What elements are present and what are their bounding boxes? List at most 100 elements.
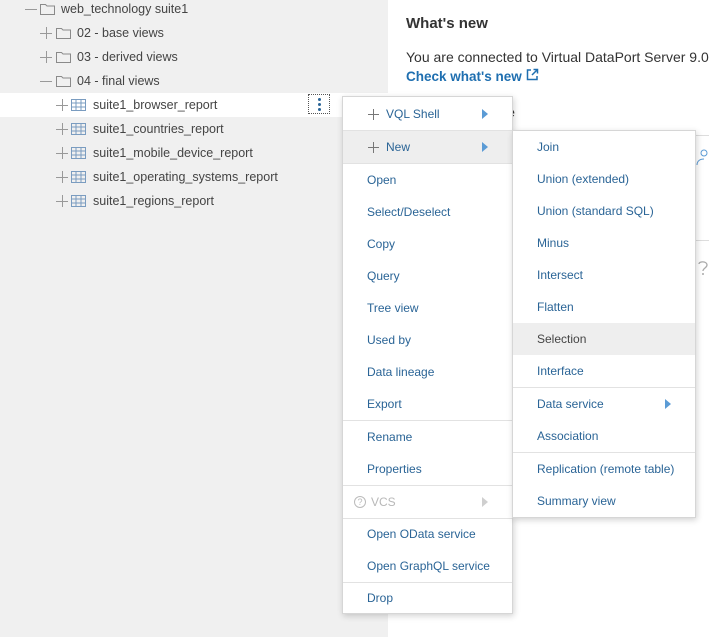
caret-right-icon — [482, 142, 488, 152]
submenu-item-data-service[interactable]: Data service — [513, 388, 695, 420]
menu-item-label: VCS — [371, 495, 396, 509]
submenu-item-intersect[interactable]: Intersect — [513, 259, 695, 291]
folder-icon — [40, 3, 55, 15]
menu-item-label: Query — [367, 269, 400, 283]
tree-row-mobile-device-report[interactable]: suite1_mobile_device_report — [0, 141, 388, 165]
menu-item-label: Open GraphQL service — [367, 559, 490, 573]
submenu-item-replication[interactable]: Replication (remote table) — [513, 453, 695, 485]
menu-item-label: Flatten — [537, 300, 574, 314]
tree-row-operating-systems-report[interactable]: suite1_operating_systems_report — [0, 165, 388, 189]
tree-row-label: suite1_browser_report — [93, 98, 218, 112]
expand-icon[interactable] — [56, 195, 68, 207]
connection-info-text: You are connected to Virtual DataPort Se… — [406, 49, 709, 65]
menu-item-drop[interactable]: Drop — [343, 582, 512, 614]
menu-item-label: Selection — [537, 332, 587, 346]
menu-item-label: Union (standard SQL) — [537, 204, 654, 218]
tree-row-countries-report[interactable]: suite1_countries_report — [0, 117, 388, 141]
menu-item-label: Join — [537, 140, 560, 154]
menu-item-query[interactable]: Query — [343, 260, 512, 292]
menu-item-label: VQL Shell — [386, 107, 440, 121]
submenu-item-union-standard-sql[interactable]: Union (standard SQL) — [513, 195, 695, 227]
tree-row-label: suite1_countries_report — [93, 122, 224, 136]
menu-item-new[interactable]: New — [343, 131, 512, 163]
submenu-item-summary-view[interactable]: Summary view — [513, 485, 695, 517]
new-submenu: Join Union (extended) Union (standard SQ… — [512, 130, 696, 518]
menu-item-vql-shell[interactable]: VQL Shell — [343, 98, 512, 130]
expand-icon[interactable] — [56, 123, 68, 135]
plus-icon — [368, 108, 379, 120]
menu-item-used-by[interactable]: Used by — [343, 324, 512, 356]
menu-item-label: Data lineage — [367, 365, 435, 379]
caret-right-icon — [482, 497, 488, 507]
tree-row-final-views[interactable]: 04 - final views — [0, 69, 388, 93]
tree-row-derived-views[interactable]: 03 - derived views — [0, 45, 388, 69]
menu-item-label: New — [386, 140, 411, 154]
menu-item-tree-view[interactable]: Tree view — [343, 292, 512, 324]
whats-new-title: What's new — [406, 15, 488, 32]
submenu-item-interface[interactable]: Interface — [513, 355, 695, 387]
submenu-item-minus[interactable]: Minus — [513, 227, 695, 259]
menu-item-label: Intersect — [537, 268, 584, 282]
submenu-item-selection[interactable]: Selection — [513, 323, 695, 355]
submenu-item-union-extended[interactable]: Union (extended) — [513, 163, 695, 195]
menu-item-label: Minus — [537, 236, 570, 250]
expand-icon[interactable] — [56, 171, 68, 183]
check-whats-new-link[interactable]: Check what's new — [406, 68, 539, 84]
menu-item-select-deselect[interactable]: Select/Deselect — [343, 196, 512, 228]
tree-row-regions-report[interactable]: suite1_regions_report — [0, 189, 388, 213]
table-icon — [71, 147, 86, 159]
collapse-icon[interactable] — [25, 3, 37, 15]
menu-item-open-odata-service[interactable]: Open OData service — [343, 518, 512, 550]
menu-item-vcs: ? VCS — [343, 486, 512, 518]
menu-item-label: Summary view — [537, 494, 616, 508]
menu-item-copy[interactable]: Copy — [343, 228, 512, 260]
menu-item-label: Interface — [537, 364, 584, 378]
caret-right-icon — [482, 109, 488, 119]
expand-icon[interactable] — [56, 99, 68, 111]
folder-icon — [56, 51, 71, 63]
menu-item-label: Select/Deselect — [367, 205, 451, 219]
menu-item-open[interactable]: Open — [343, 164, 512, 196]
tree-row-label: 03 - derived views — [77, 50, 178, 64]
menu-item-label: Drop — [367, 591, 394, 605]
menu-item-label: Copy — [367, 237, 396, 251]
check-whats-new-label: Check what's new — [406, 68, 522, 84]
tree-row-label: suite1_operating_systems_report — [93, 170, 278, 184]
context-menu: VQL Shell New Open Select/Deselect Copy … — [342, 96, 513, 614]
tree-row-base-views[interactable]: 02 - base views — [0, 21, 388, 45]
menu-item-label: Export — [367, 397, 402, 411]
folder-icon — [56, 75, 71, 87]
table-icon — [71, 195, 86, 207]
users-icon — [696, 149, 708, 166]
menu-item-label: Union (extended) — [537, 172, 630, 186]
menu-item-properties[interactable]: Properties — [343, 453, 512, 485]
menu-item-label: Used by — [367, 333, 412, 347]
menu-item-rename[interactable]: Rename — [343, 421, 512, 453]
plus-icon — [368, 141, 379, 153]
tree-row-web-technology-suite1[interactable]: web_technology suite1 — [0, 0, 388, 21]
expand-icon[interactable] — [40, 51, 52, 63]
menu-item-label: Properties — [367, 462, 422, 476]
menu-item-data-lineage[interactable]: Data lineage — [343, 356, 512, 388]
folder-icon — [56, 27, 71, 39]
catalog-tree-panel: web_technology suite1 02 - base views 03… — [0, 0, 388, 637]
menu-item-label: Association — [537, 429, 599, 443]
menu-item-export[interactable]: Export — [343, 388, 512, 420]
submenu-item-join[interactable]: Join — [513, 131, 695, 163]
expand-icon[interactable] — [56, 147, 68, 159]
menu-item-label: Tree view — [367, 301, 419, 315]
menu-item-label: Open — [367, 173, 397, 187]
help-icon: ? — [354, 496, 366, 508]
submenu-item-flatten[interactable]: Flatten — [513, 291, 695, 323]
tree-row-label: web_technology suite1 — [61, 2, 189, 16]
submenu-item-association[interactable]: Association — [513, 420, 695, 452]
expand-icon[interactable] — [40, 27, 52, 39]
collapse-icon[interactable] — [40, 75, 52, 87]
table-icon — [71, 99, 86, 111]
table-icon — [71, 171, 86, 183]
menu-item-open-graphql-service[interactable]: Open GraphQL service — [343, 550, 512, 582]
table-icon — [71, 123, 86, 135]
question-icon — [698, 261, 708, 275]
menu-item-label: Rename — [367, 430, 413, 444]
more-options-icon[interactable] — [308, 94, 330, 114]
